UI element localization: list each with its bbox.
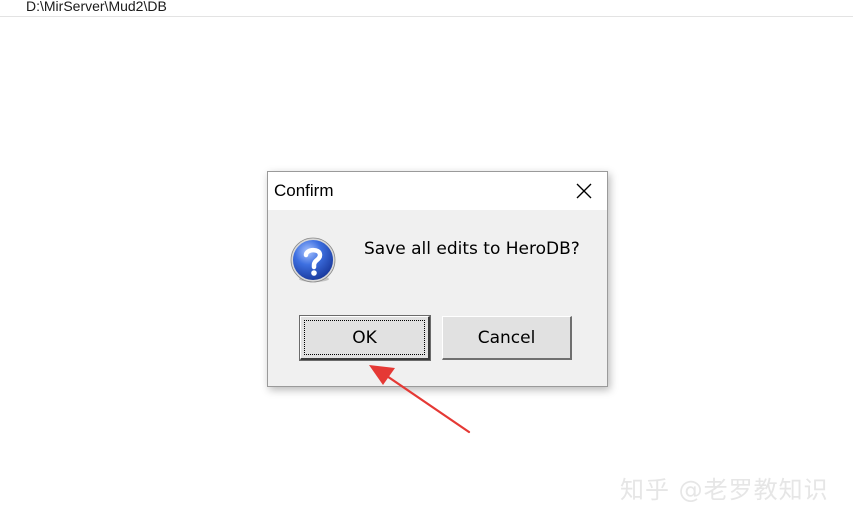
- path-text: D:\MirServer\Mud2\DB: [26, 0, 167, 14]
- close-icon: [576, 183, 592, 199]
- watermark: 知乎 @老罗教知识: [620, 476, 829, 504]
- ok-button[interactable]: OK: [299, 315, 431, 361]
- cancel-button[interactable]: Cancel: [442, 316, 572, 360]
- cancel-button-label: Cancel: [477, 327, 536, 348]
- question-icon: [290, 237, 336, 283]
- dialog-title: Confirm: [274, 181, 334, 200]
- ok-button-label: OK: [352, 327, 377, 348]
- confirm-dialog: Confirm Save all edits to HeroDB? OK Can…: [267, 171, 608, 387]
- close-button[interactable]: [561, 172, 607, 210]
- dialog-titlebar[interactable]: Confirm: [268, 172, 607, 210]
- dialog-message: Save all edits to HeroDB?: [364, 239, 580, 259]
- annotation-arrow: [369, 365, 471, 434]
- path-bar: D:\MirServer\Mud2\DB: [0, 0, 853, 17]
